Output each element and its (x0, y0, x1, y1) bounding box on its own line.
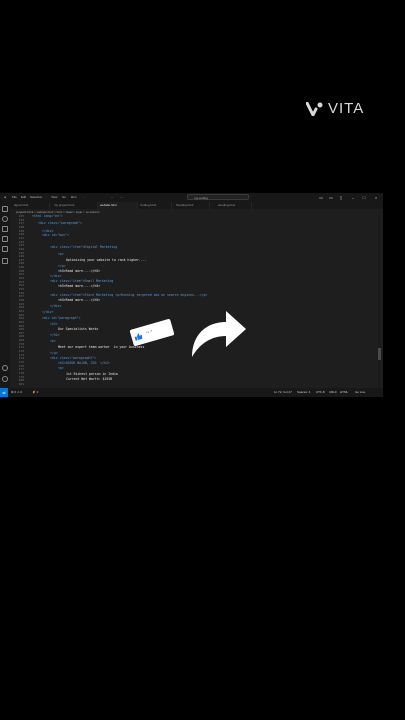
editor-tabs: figure.html my project.html website.html… (10, 202, 383, 209)
close-icon[interactable]: × (373, 194, 379, 201)
account-icon[interactable] (2, 365, 8, 371)
menu-go[interactable]: Go (62, 195, 66, 199)
title-bar: ◆ File Edit Selection View Go Run … ← → … (0, 193, 383, 202)
code-line: <h5>Read more....</h5> (58, 284, 101, 288)
status-go-live[interactable]: Go Live (355, 388, 365, 397)
code-line: </div> (50, 304, 62, 308)
search-icon[interactable] (2, 216, 8, 222)
code-line: <h5>Read more....</h5> (58, 298, 101, 302)
command-search-input[interactable]: my-coding (187, 194, 249, 200)
share-arrow-icon (192, 311, 246, 357)
back-arrow-icon[interactable]: ← (111, 195, 114, 199)
watermark-brand: VITA (328, 100, 365, 117)
panel-icon[interactable]: ▭ (328, 194, 334, 201)
status-spaces[interactable]: Spaces: 4 (297, 388, 310, 397)
code-line: Current Net Worth: $195B (66, 377, 113, 381)
code-line: </div> (42, 310, 54, 314)
vita-logo-icon (306, 102, 323, 116)
tab-figure[interactable]: figure.html (12, 202, 50, 209)
source-control-icon[interactable] (2, 226, 8, 232)
scrollbar-thumb[interactable] (378, 348, 381, 360)
menu-more[interactable]: … (82, 195, 85, 199)
vita-watermark: VITA (306, 100, 378, 118)
menu-view[interactable]: View (51, 195, 57, 199)
remote-icon[interactable] (2, 258, 8, 264)
code-line: </h2> (50, 333, 60, 337)
code-line: <p> (58, 366, 64, 370)
menu-selection[interactable]: Selection (30, 195, 42, 199)
code-line: Meet our expert team worker in your busi… (58, 345, 145, 349)
code-line: <div class="paragraph"> (38, 221, 83, 225)
tab-acoding[interactable]: acoding.html (216, 202, 252, 209)
status-errors[interactable]: ⊗ 0 ⚠ 0 (11, 388, 22, 397)
tab-website[interactable]: website.html (98, 202, 138, 209)
gear-icon[interactable] (2, 376, 8, 382)
layout-icon[interactable]: ▭ (318, 194, 324, 201)
code-line: Our Specialists Works (58, 327, 99, 331)
menu-file[interactable]: File (12, 195, 17, 199)
code-line: <p> (58, 252, 64, 256)
code-line: <h2> (50, 322, 58, 326)
vertical-scrollbar[interactable] (378, 215, 381, 388)
status-encoding[interactable]: UTF-8 (316, 388, 325, 397)
code-line: <p> (50, 339, 56, 343)
like-label: +1 ↗ (145, 328, 153, 335)
code-editor-window: ◆ File Edit Selection View Go Run … ← → … (0, 193, 383, 397)
code-line: <div id="box"> (42, 233, 69, 237)
status-language[interactable]: HTML (340, 388, 348, 397)
tab-my-project[interactable]: my project.html (52, 202, 98, 209)
forward-arrow-icon[interactable]: → (120, 195, 123, 199)
explorer-icon[interactable] (2, 206, 8, 212)
line-number: 181 (18, 381, 24, 386)
extensions-icon[interactable] (2, 246, 8, 252)
code-line: <h2>ADIOR NAJON, CEO </h2> (58, 361, 110, 365)
thumbs-up-icon (134, 333, 143, 341)
tab-scoding[interactable]: Scoding.html (174, 202, 210, 209)
run-debug-icon[interactable] (2, 236, 8, 242)
code-line: <div class="item">Digital Marketing (50, 245, 118, 249)
activity-bar (0, 202, 10, 388)
status-eol[interactable]: CRLF (329, 388, 337, 397)
status-bar: ⇌ ⊗ 0 ⚠ 0 ⚡ 0 Ln 72, Col 27 Spaces: 4 UT… (0, 388, 383, 397)
tab-coding[interactable]: Coding.html (138, 202, 172, 209)
app-logo-icon: ◆ (4, 195, 7, 199)
code-line: <h5>Read more....</h5> (58, 269, 101, 273)
menu-edit[interactable]: Edit (21, 195, 26, 199)
sidebar-toggle-icon[interactable]: ▯ (338, 194, 344, 201)
code-line: Optimizing your website to rank higher..… (66, 258, 147, 262)
maximize-icon[interactable]: □ (361, 194, 367, 201)
code-area[interactable]: <html lang="en"> <div class="paragraph">… (28, 214, 378, 388)
menu-run[interactable]: Run (71, 195, 77, 199)
line-number-gutter: 135 136 137 138 139 140 141 142 143 144 145 146 147 1… (10, 214, 26, 388)
status-position[interactable]: Ln 72, Col 27 (274, 388, 292, 397)
status-warnings[interactable]: ⚡ 0 (32, 388, 38, 397)
remote-indicator-icon[interactable]: ⇌ (0, 388, 8, 397)
code-line: <div id="paragraph"> (42, 316, 81, 320)
minimize-icon[interactable]: – (350, 194, 356, 201)
code-line: <html lang="en"> (32, 214, 63, 218)
